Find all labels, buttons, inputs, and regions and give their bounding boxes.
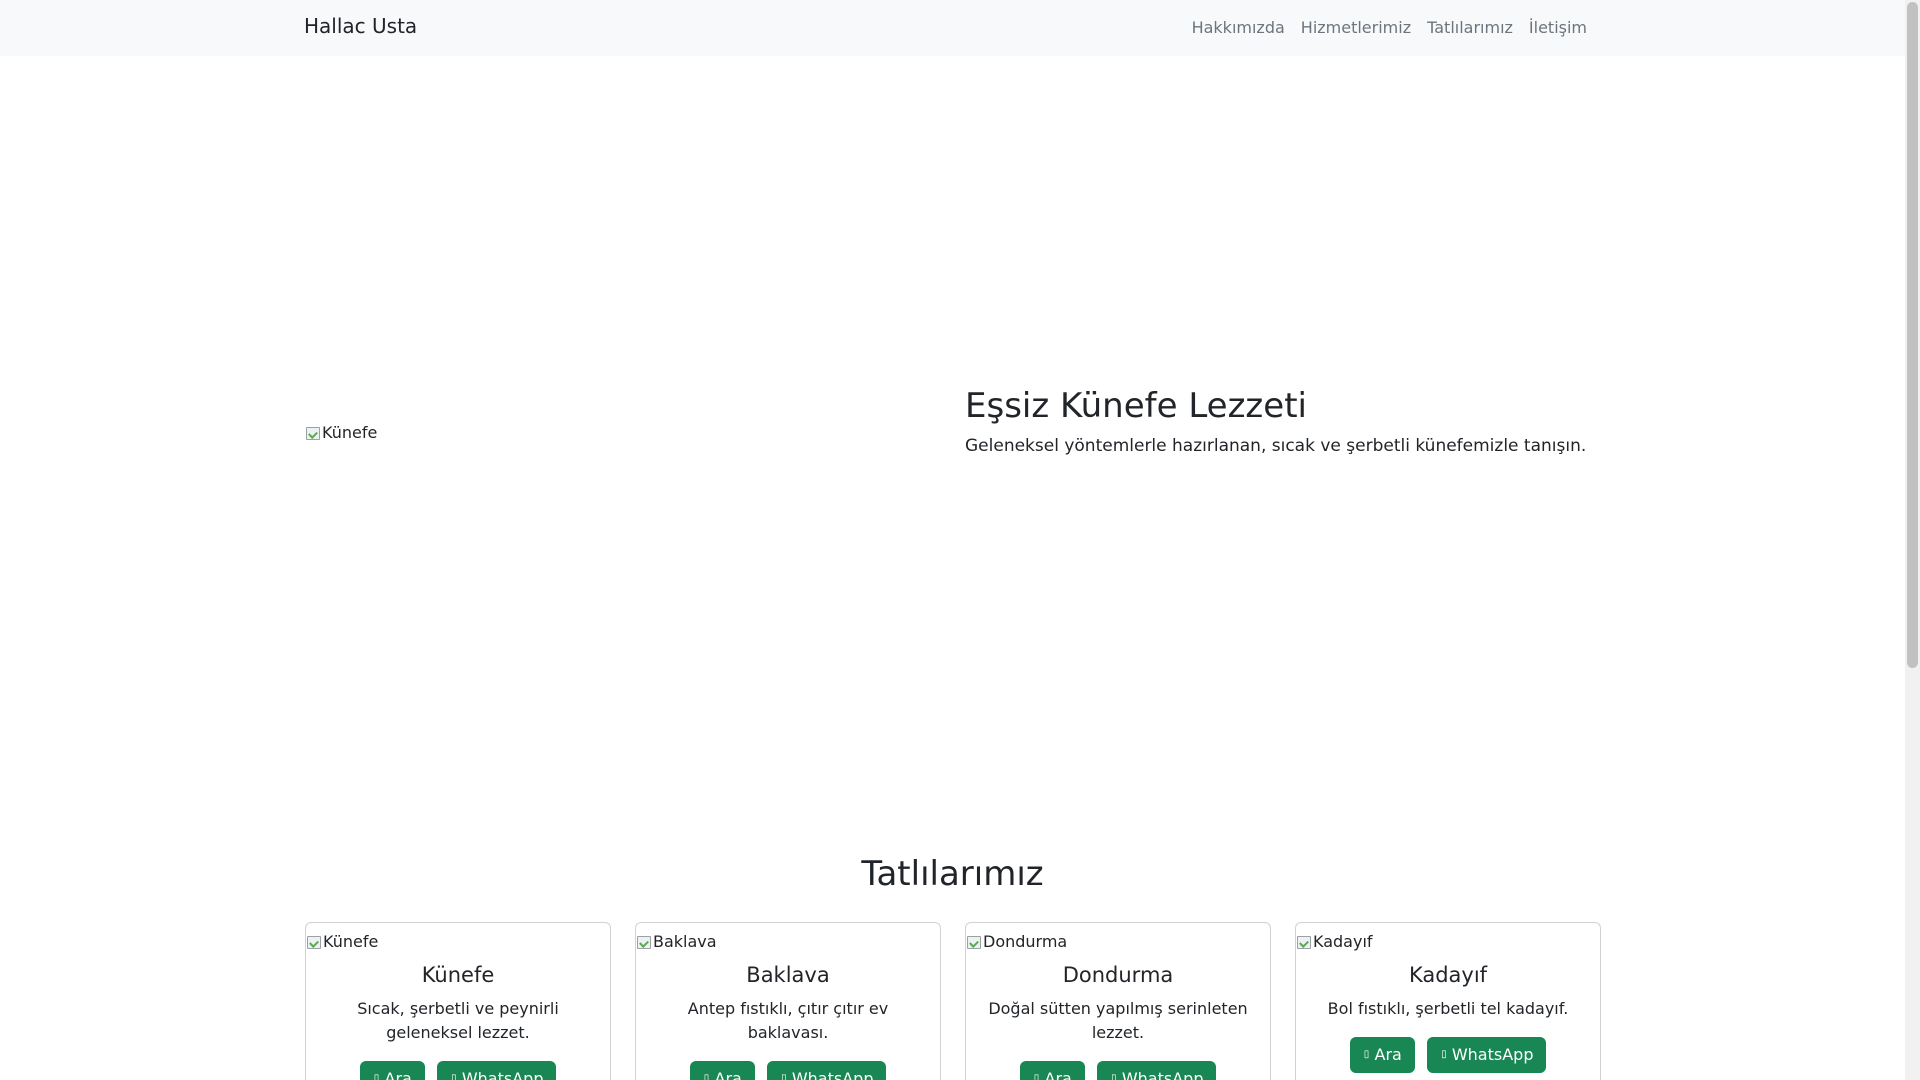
hero-title: Eşsiz Künefe Lezzeti xyxy=(965,386,1307,426)
call-button[interactable]: ▯ Ara xyxy=(689,1061,755,1080)
card-description: Bol fıstıklı, şerbetli tel kadayıf. xyxy=(1327,999,1569,1018)
nav-link-iletisim[interactable]: İletişim xyxy=(1521,17,1595,39)
call-button-label: Ara xyxy=(1374,1045,1402,1064)
call-button[interactable]: ▯ Ara xyxy=(1349,1037,1415,1073)
card-buttons: ▯ Ara ▯ WhatsApp xyxy=(322,1061,594,1080)
broken-image-icon xyxy=(966,934,982,950)
broken-image-icon xyxy=(306,934,322,950)
whatsapp-button[interactable]: ▯ WhatsApp xyxy=(436,1061,557,1080)
card-body: Kadayıf Bol fıstıklı, şerbetli tel kaday… xyxy=(1296,963,1600,1073)
product-card-dondurma: Dondurma Dondurma Doğal sütten yapılmış … xyxy=(965,922,1271,1080)
card-image-alt: Baklava xyxy=(653,932,717,951)
nav-links: Hakkımızda Hizmetlerimiz Tatlılarımız İl… xyxy=(1184,17,1595,39)
nav-link-hizmetlerimiz[interactable]: Hizmetlerimiz xyxy=(1293,17,1419,39)
card-title: Baklava xyxy=(746,963,830,987)
card-body: Dondurma Doğal sütten yapılmış serinlete… xyxy=(966,963,1270,1080)
card-title: Kadayıf xyxy=(1408,963,1488,987)
phone-icon: ▯ xyxy=(1033,1073,1040,1080)
call-button-label: Ara xyxy=(1044,1069,1072,1080)
card-buttons: ▯ Ara ▯ WhatsApp xyxy=(982,1061,1254,1080)
card-body: Künefe Sıcak, şerbetli ve peynirli gelen… xyxy=(306,963,610,1080)
card-title: Künefe xyxy=(421,963,495,987)
phone-icon: ▯ xyxy=(703,1073,710,1080)
card-description: Antep fıstıklı, çıtır çıtır ev baklavası… xyxy=(687,999,889,1042)
card-image: Baklava xyxy=(636,932,717,951)
whatsapp-button[interactable]: ▯ WhatsApp xyxy=(1096,1061,1217,1080)
card-title: Dondurma xyxy=(1062,963,1174,987)
brand-link[interactable]: Hallac Usta xyxy=(304,14,417,38)
product-card-baklava: Baklava Baklava Antep fıstıklı, çıtır çı… xyxy=(635,922,941,1080)
card-image: Dondurma xyxy=(966,932,1067,951)
broken-image-icon xyxy=(636,934,652,950)
hero-text: Geleneksel yöntemlerle hazırlanan, sıcak… xyxy=(965,436,1587,456)
section-title: Tatlılarımız xyxy=(861,854,1044,894)
call-button[interactable]: ▯ Ara xyxy=(359,1061,425,1080)
call-button[interactable]: ▯ Ara xyxy=(1019,1061,1085,1080)
whatsapp-icon: ▯ xyxy=(451,1073,457,1080)
broken-image-icon xyxy=(305,425,321,441)
card-buttons: ▯ Ara ▯ WhatsApp xyxy=(1312,1037,1584,1073)
whatsapp-icon: ▯ xyxy=(1111,1073,1117,1080)
hero-image: Künefe xyxy=(305,423,377,442)
broken-image-icon xyxy=(1296,934,1312,950)
phone-icon: ▯ xyxy=(373,1073,380,1080)
card-image-alt: Kadayıf xyxy=(1313,932,1373,951)
scrollbar-thumb[interactable] xyxy=(1907,2,1918,668)
card-buttons: ▯ Ara ▯ WhatsApp xyxy=(652,1061,924,1080)
whatsapp-icon: ▯ xyxy=(1441,1049,1447,1060)
call-button-label: Ara xyxy=(384,1069,412,1080)
card-body: Baklava Antep fıstıklı, çıtır çıtır ev b… xyxy=(636,963,940,1080)
whatsapp-button[interactable]: ▯ WhatsApp xyxy=(766,1061,887,1080)
product-card-kadayif: Kadayıf Kadayıf Bol fıstıklı, şerbetli t… xyxy=(1295,922,1601,1080)
nav-link-tatlilarimiz[interactable]: Tatlılarımız xyxy=(1419,17,1521,39)
card-image: Kadayıf xyxy=(1296,932,1373,951)
hero-image-alt: Künefe xyxy=(322,423,378,442)
card-image: Künefe xyxy=(306,932,378,951)
whatsapp-button-label: WhatsApp xyxy=(1121,1069,1204,1080)
phone-icon: ▯ xyxy=(1363,1049,1370,1060)
nav-link-hakkimizda[interactable]: Hakkımızda xyxy=(1184,17,1293,39)
whatsapp-button-label: WhatsApp xyxy=(461,1069,544,1080)
vertical-scrollbar[interactable] xyxy=(1905,0,1920,1080)
card-image-alt: Dondurma xyxy=(983,932,1068,951)
whatsapp-icon: ▯ xyxy=(781,1073,787,1080)
card-image-alt: Künefe xyxy=(323,932,379,951)
call-button-label: Ara xyxy=(714,1069,742,1080)
whatsapp-button[interactable]: ▯ WhatsApp xyxy=(1426,1037,1547,1073)
whatsapp-button-label: WhatsApp xyxy=(1451,1045,1534,1064)
navbar: Hallac Usta Hakkımızda Hizmetlerimiz Tat… xyxy=(0,0,1905,56)
card-description: Doğal sütten yapılmış serinleten lezzet. xyxy=(988,999,1248,1042)
page: Hallac Usta Hakkımızda Hizmetlerimiz Tat… xyxy=(0,0,1905,1080)
card-description: Sıcak, şerbetli ve peynirli geleneksel l… xyxy=(357,999,559,1042)
whatsapp-button-label: WhatsApp xyxy=(791,1069,874,1080)
product-card-kunefe: Künefe Künefe Sıcak, şerbetli ve peynirl… xyxy=(305,922,611,1080)
